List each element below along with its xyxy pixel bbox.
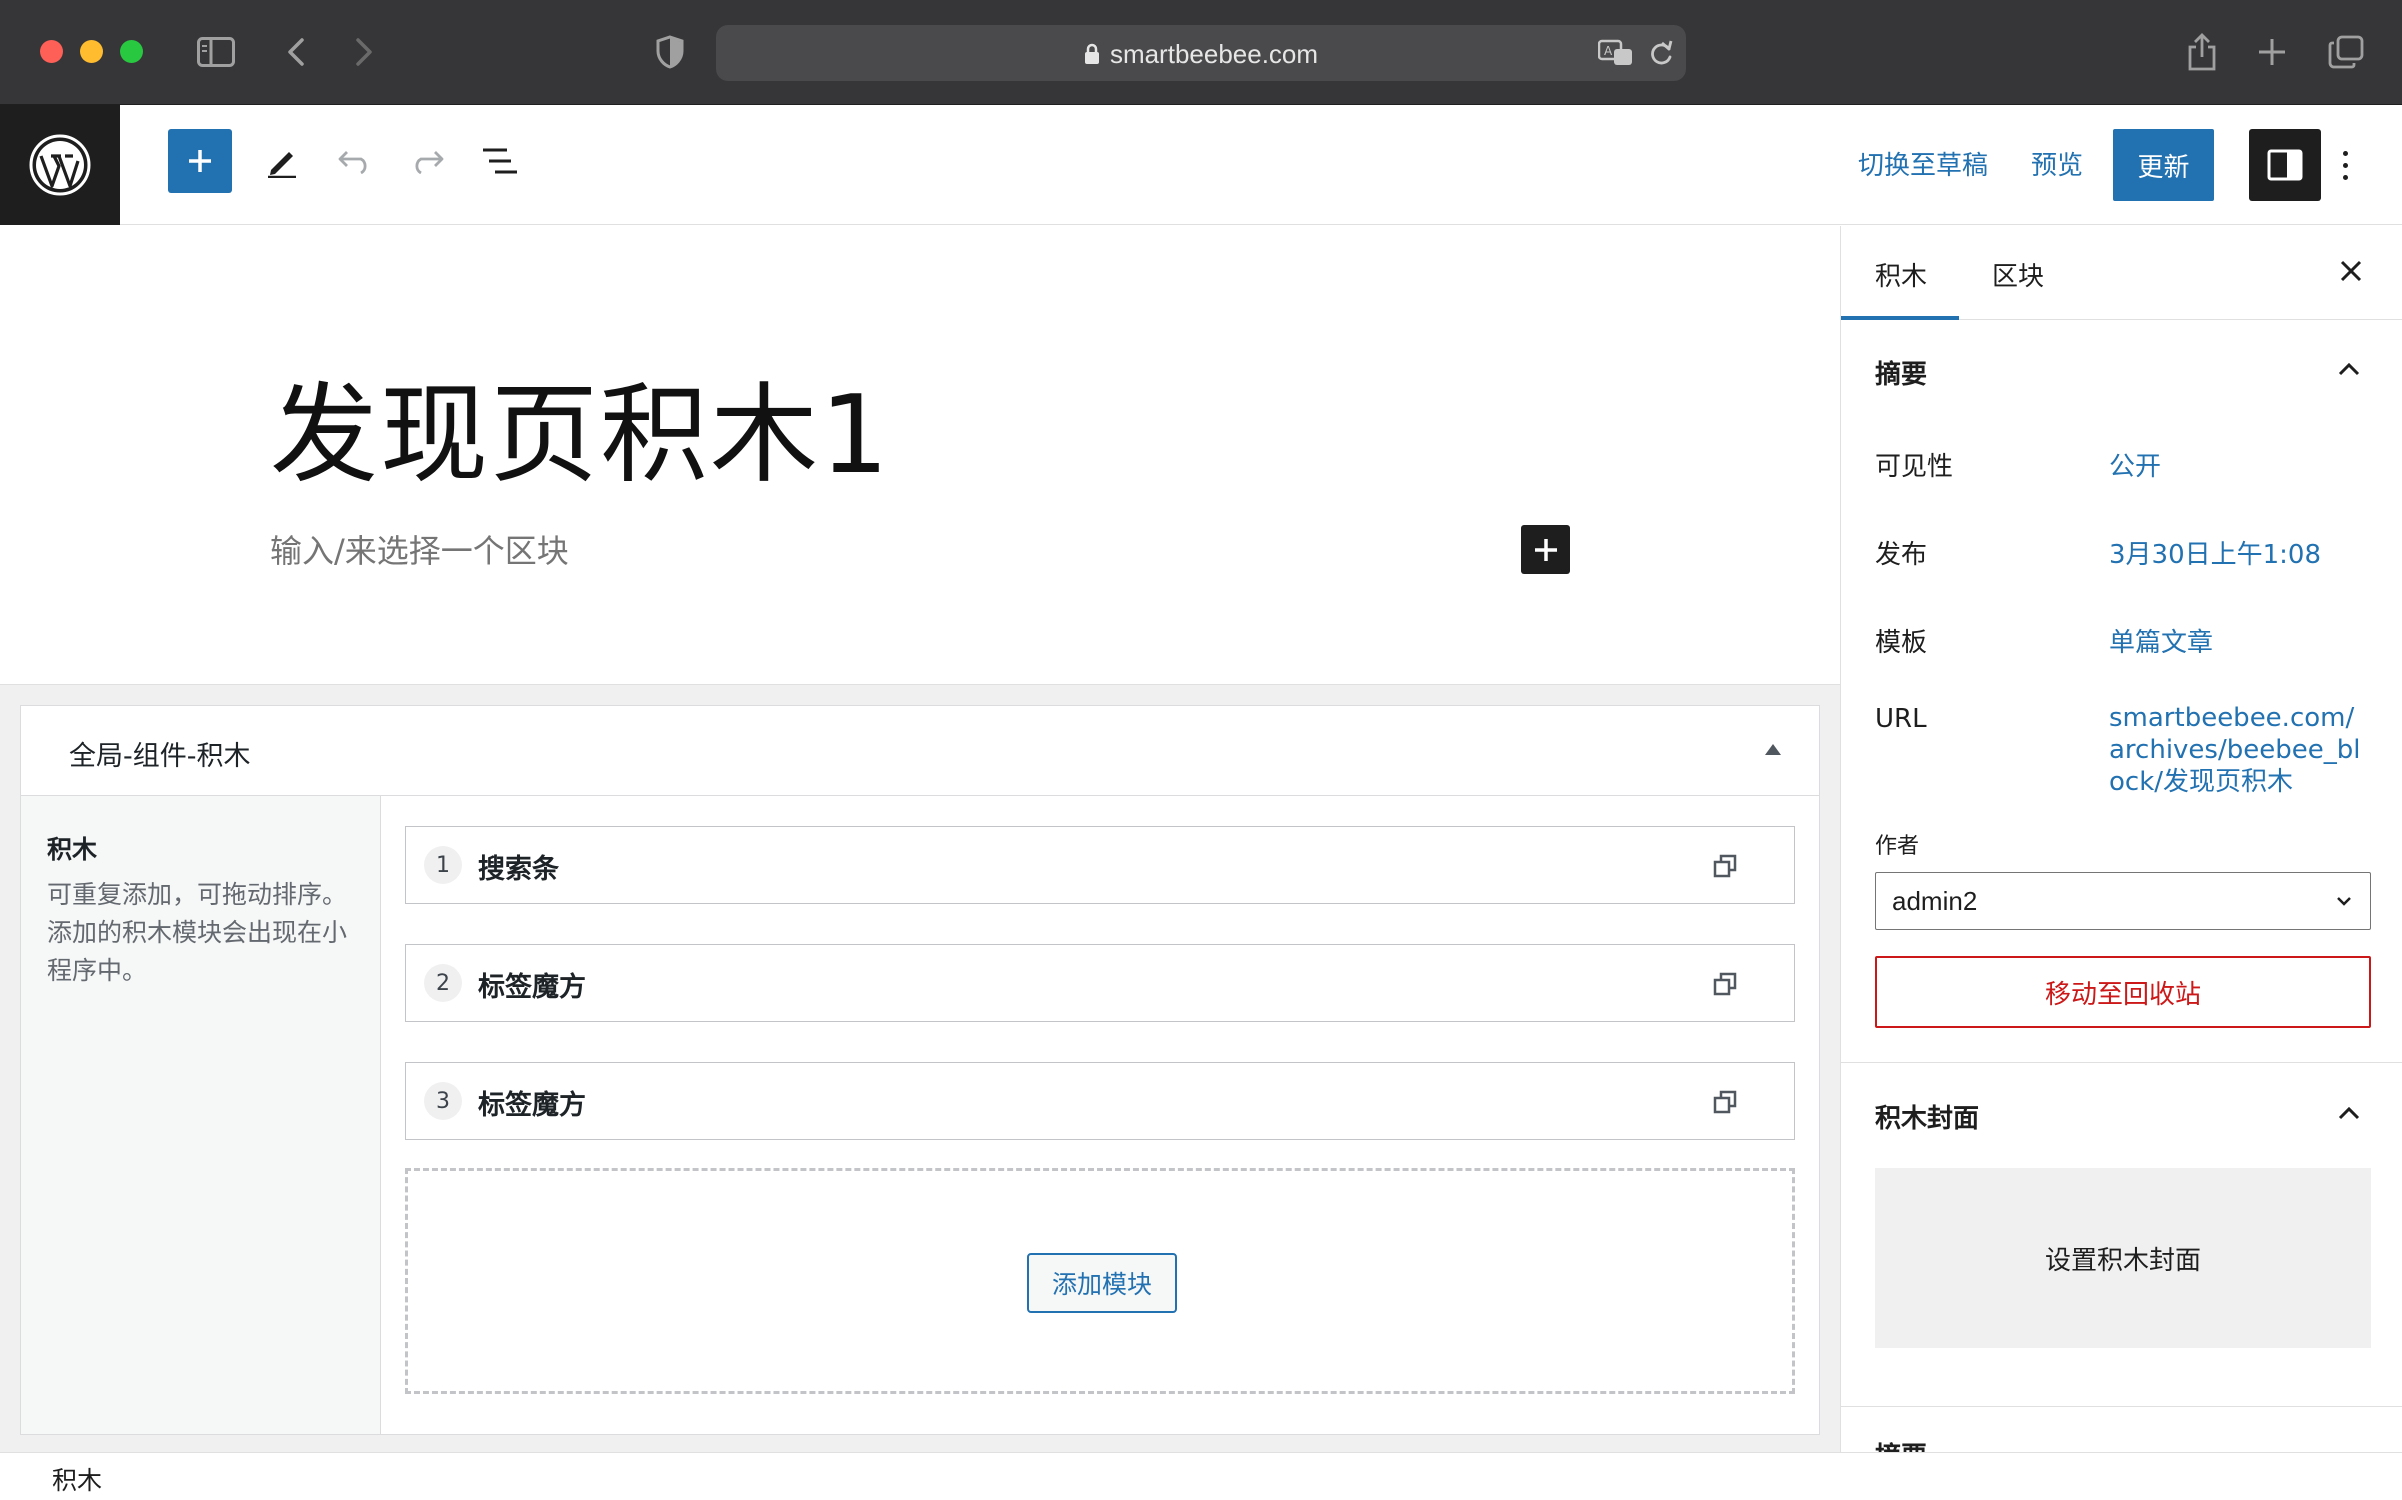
- plus-icon: [1534, 538, 1557, 561]
- back-icon[interactable]: [274, 30, 318, 74]
- duplicate-icon[interactable]: [1712, 971, 1738, 997]
- move-to-trash-button[interactable]: 移动至回收站: [1875, 956, 2371, 1028]
- breadcrumb[interactable]: 积木: [52, 1461, 102, 1497]
- field-description-column: 积木 可重复添加，可拖动排序。添加的积木模块会出现在小程序中。: [21, 796, 381, 1434]
- duplicate-icon[interactable]: [1712, 1089, 1738, 1115]
- tab-post[interactable]: 积木: [1875, 256, 1927, 293]
- sidebar-panel-icon: [2267, 149, 2303, 181]
- url-text: smartbeebee.com: [1109, 39, 1319, 69]
- metabox-header[interactable]: 全局-组件-积木: [21, 706, 1819, 796]
- sidebar-tabs: 积木 区块: [1841, 226, 2402, 320]
- switch-to-draft-button[interactable]: 切换至草稿: [1858, 145, 1988, 182]
- add-module-dropzone: 添加模块: [405, 1168, 1795, 1394]
- set-cover-button[interactable]: 设置积木封面: [1875, 1168, 2371, 1348]
- field-description: 可重复添加，可拖动排序。添加的积木模块会出现在小程序中。: [47, 880, 348, 985]
- settings-toggle-button[interactable]: [2249, 129, 2321, 201]
- pencil-tools-icon[interactable]: [250, 129, 314, 193]
- more-options-button[interactable]: [2325, 129, 2365, 201]
- settings-sidebar: 积木 区块 摘要 可见性 公开 发布 3月30日上午1:08 模板 单篇文章 U…: [1840, 226, 2402, 1452]
- author-label: 作者: [1875, 834, 1920, 859]
- browser-chrome: smartbeebee.com A: [0, 0, 2402, 105]
- module-row[interactable]: 1 搜索条: [405, 826, 1795, 904]
- post-title[interactable]: 发现页积木1: [270, 348, 891, 504]
- panel-divider: [1841, 1062, 2402, 1063]
- author-value: admin2: [1892, 886, 1978, 916]
- publish-label: 发布: [1875, 540, 1928, 570]
- sidebar-toggle-icon[interactable]: [194, 30, 238, 74]
- tab-overview-icon[interactable]: [2324, 30, 2368, 74]
- lock-icon: [1084, 41, 1100, 72]
- new-tab-icon[interactable]: [2250, 30, 2294, 74]
- summary-panel-title: 摘要: [1875, 360, 1928, 390]
- url-label: URL: [1875, 704, 1927, 734]
- metabox-area: 全局-组件-积木 积木 可重复添加，可拖动排序。添加的积木模块会出现在小程序中。…: [0, 684, 1840, 1452]
- minimize-window-button[interactable]: [80, 40, 103, 63]
- block-placeholder[interactable]: 输入/来选择一个区块: [270, 526, 569, 572]
- url-value[interactable]: smartbeebee.com/archives/beebee_block/发现…: [2109, 702, 2369, 798]
- chevron-up-icon: [2338, 362, 2360, 376]
- add-module-button[interactable]: 添加模块: [1027, 1253, 1177, 1313]
- module-name: 搜索条: [478, 854, 559, 885]
- module-name: 标签魔方: [478, 1090, 586, 1121]
- reload-icon[interactable]: [1648, 39, 1674, 71]
- summary-panel-header[interactable]: 摘要: [1841, 320, 2402, 420]
- metabox-title: 全局-组件-积木: [69, 741, 251, 772]
- inline-add-block-button[interactable]: [1521, 525, 1570, 574]
- module-row[interactable]: 3 标签魔方: [405, 1062, 1795, 1140]
- share-icon[interactable]: [2180, 30, 2224, 74]
- chevron-down-icon: [2337, 897, 2351, 906]
- module-number: 1: [424, 846, 462, 884]
- redo-icon[interactable]: [395, 129, 459, 193]
- editor-footer: 积木: [0, 1452, 2402, 1500]
- template-label: 模板: [1875, 628, 1928, 658]
- address-bar[interactable]: smartbeebee.com A: [716, 25, 1686, 81]
- module-row[interactable]: 2 标签魔方: [405, 944, 1795, 1022]
- privacy-shield-icon[interactable]: [648, 30, 692, 74]
- zoom-window-button[interactable]: [120, 40, 143, 63]
- visibility-value[interactable]: 公开: [2109, 446, 2161, 483]
- cover-panel-title: 积木封面: [1875, 1104, 1980, 1134]
- translate-icon[interactable]: A: [1597, 39, 1634, 71]
- tab-block[interactable]: 区块: [1992, 256, 2044, 293]
- close-icon[interactable]: [2336, 256, 2366, 286]
- duplicate-icon[interactable]: [1712, 853, 1738, 879]
- module-number: 3: [424, 1082, 462, 1120]
- author-select[interactable]: admin2: [1875, 872, 2371, 930]
- svg-text:A: A: [1604, 44, 1613, 58]
- module-number: 2: [424, 964, 462, 1002]
- module-name: 标签魔方: [478, 972, 586, 1003]
- panel-divider: [1841, 1406, 2402, 1407]
- collapse-triangle-icon[interactable]: [1765, 744, 1781, 755]
- document-overview-icon[interactable]: [468, 129, 532, 193]
- modules-column: 1 搜索条 2 标签魔方 3 标签魔方 添加模块: [381, 796, 1819, 1434]
- editor-toolbar: 切换至草稿 预览 更新: [0, 105, 2402, 225]
- template-value[interactable]: 单篇文章: [2109, 622, 2213, 659]
- visibility-label: 可见性: [1875, 452, 1954, 482]
- publish-date-value[interactable]: 3月30日上午1:08: [2109, 534, 2321, 571]
- undo-icon[interactable]: [323, 129, 387, 193]
- metabox: 全局-组件-积木 积木 可重复添加，可拖动排序。添加的积木模块会出现在小程序中。…: [20, 705, 1820, 1435]
- update-button[interactable]: 更新: [2113, 129, 2214, 201]
- excerpt-panel-title[interactable]: 摘要: [1875, 1436, 1927, 1452]
- editor-canvas: 发现页积木1 输入/来选择一个区块 全局-组件-积木 积木 可重复添加，可拖动排…: [0, 226, 1840, 1452]
- add-block-button[interactable]: [168, 129, 232, 193]
- cover-panel-header[interactable]: 积木封面: [1841, 1064, 2402, 1164]
- field-label: 积木: [47, 835, 98, 864]
- forward-icon[interactable]: [342, 30, 386, 74]
- wordpress-logo-icon[interactable]: [0, 105, 120, 225]
- preview-button[interactable]: 预览: [2031, 145, 2083, 182]
- chevron-up-icon: [2338, 1106, 2360, 1120]
- close-window-button[interactable]: [40, 40, 63, 63]
